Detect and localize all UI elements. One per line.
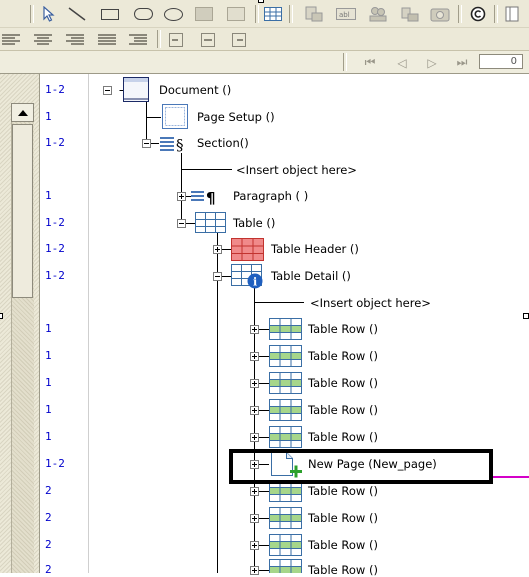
tree-node-label: Table Row () — [308, 538, 378, 552]
collapse-toggle[interactable] — [213, 272, 222, 281]
document-icon — [123, 77, 149, 102]
expand-toggle[interactable] — [250, 514, 259, 523]
tree-node-label: Table Row () — [308, 376, 378, 390]
tree-node-label: Table Row () — [308, 511, 378, 525]
tree-node-label: Page Setup () — [197, 110, 275, 124]
line-number: 2 — [45, 484, 52, 497]
line-number: 1-2 — [45, 83, 65, 96]
collapse-toggle[interactable] — [103, 86, 112, 95]
table-row-icon — [269, 534, 302, 556]
tree-node-label: Document () — [159, 83, 232, 97]
tree-node-label: Table () — [233, 216, 276, 230]
page-setup-icon — [162, 104, 188, 129]
line-number: 1 — [45, 403, 52, 416]
table-icon — [195, 212, 226, 233]
line-number: 1-2 — [45, 242, 65, 255]
line-number: 1-2 — [45, 136, 65, 149]
line-number: 1 — [45, 430, 52, 443]
table-row-icon — [269, 318, 302, 340]
expand-toggle[interactable] — [177, 192, 186, 201]
line-number: 1-2 — [45, 269, 65, 282]
table-row-icon — [269, 507, 302, 529]
highlight-box — [229, 449, 493, 484]
table-row-icon — [269, 559, 302, 573]
expand-toggle[interactable] — [250, 487, 259, 496]
line-number: 1 — [45, 189, 52, 202]
table-row-icon — [269, 345, 302, 367]
tree-node-label: Paragraph ( ) — [233, 189, 309, 203]
expand-toggle[interactable] — [250, 325, 259, 334]
tree-node-label: Section() — [197, 136, 249, 150]
insert-object-placeholder[interactable]: <Insert object here> — [310, 296, 431, 310]
expand-toggle[interactable] — [250, 541, 259, 550]
paragraph-icon: ¶ — [191, 189, 216, 205]
svg-text:i: i — [253, 276, 257, 289]
section-icon: § — [160, 136, 184, 152]
line-number: 1 — [45, 376, 52, 389]
line-number: 1 — [45, 322, 52, 335]
table-detail-icon: i — [231, 264, 263, 289]
svg-text:¶: ¶ — [206, 189, 216, 205]
line-number: 1 — [45, 349, 52, 362]
expand-toggle[interactable] — [250, 406, 259, 415]
expand-toggle[interactable] — [213, 245, 222, 254]
table-row-icon — [269, 399, 302, 421]
tree-node-label: Table Row () — [308, 349, 378, 363]
tree-node-label: Table Row () — [308, 403, 378, 417]
expand-toggle[interactable] — [250, 433, 259, 442]
collapse-toggle[interactable] — [142, 139, 151, 148]
line-number: 2 — [45, 563, 52, 576]
svg-text:§: § — [176, 136, 184, 152]
tree-node-label: Table Row () — [308, 563, 378, 577]
expand-toggle[interactable] — [250, 379, 259, 388]
line-number: 1-2 — [45, 216, 65, 229]
resize-handle[interactable] — [523, 313, 529, 319]
line-number: 2 — [45, 511, 52, 524]
tree-node-label: Table Detail () — [271, 269, 351, 283]
line-number: 1-2 — [45, 457, 65, 470]
table-header-icon — [231, 238, 264, 261]
table-row-icon — [269, 372, 302, 394]
table-row-icon — [269, 426, 302, 448]
connector-line — [493, 476, 529, 478]
line-number: 1 — [45, 110, 52, 123]
expand-toggle[interactable] — [250, 566, 259, 575]
tree-node-label: Table Row () — [308, 484, 378, 498]
tree-node-label: Table Row () — [308, 322, 378, 336]
tree-node-label: Table Row () — [308, 430, 378, 444]
expand-toggle[interactable] — [250, 352, 259, 361]
insert-object-placeholder[interactable]: <Insert object here> — [236, 163, 357, 177]
line-number: 2 — [45, 538, 52, 551]
tree-node-label: Table Header () — [271, 242, 359, 256]
collapse-toggle[interactable] — [177, 219, 186, 228]
